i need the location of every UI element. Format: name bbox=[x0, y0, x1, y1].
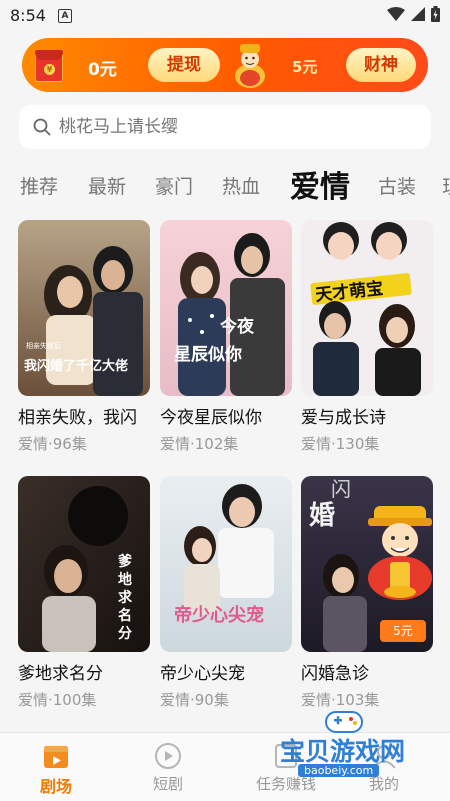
floating-caishen-icon[interactable] bbox=[360, 500, 440, 600]
drama-title: 相亲失败，我闪 bbox=[18, 408, 137, 428]
drama-poster: 帝少心尖宠 bbox=[160, 476, 292, 652]
drama-meta: 爱情·130集 bbox=[301, 435, 380, 453]
drama-meta: 爱情·103集 bbox=[301, 691, 380, 709]
play-icon bbox=[155, 743, 181, 769]
search-bar[interactable] bbox=[19, 105, 431, 149]
status-icons bbox=[387, 6, 440, 22]
drama-meta: 爱情·90集 bbox=[160, 691, 229, 709]
drama-poster: 今夜 星辰似你 bbox=[160, 220, 292, 396]
nav-short-drama[interactable]: 短剧 bbox=[128, 741, 208, 794]
drama-title: 今夜星辰似你 bbox=[160, 408, 262, 428]
svg-text:我闪婚了千亿大佬: 我闪婚了千亿大佬 bbox=[24, 358, 128, 374]
status-bar: 8:54 A bbox=[0, 0, 450, 32]
svg-text:爹: 爹 bbox=[117, 553, 133, 570]
site-watermark: 宝贝游戏网 baobeiy.com bbox=[268, 708, 418, 788]
svg-text:今夜: 今夜 bbox=[220, 316, 255, 337]
watermark-text: 宝贝游戏网 bbox=[280, 737, 406, 766]
tab-modern[interactable]: 现 bbox=[442, 172, 450, 199]
nav-theater[interactable]: 剧场 bbox=[16, 741, 96, 797]
svg-text:求: 求 bbox=[118, 589, 133, 606]
svg-text:婚: 婚 bbox=[309, 501, 335, 531]
wifi-icon bbox=[387, 7, 405, 21]
svg-text:相亲失败后: 相亲失败后 bbox=[26, 341, 61, 350]
status-time: 8:54 bbox=[10, 6, 46, 25]
category-tabs: 推荐 最新 豪门 热血 爱情 古装 现 bbox=[0, 160, 450, 210]
svg-text:名: 名 bbox=[118, 607, 132, 624]
nav-label: 短剧 bbox=[152, 775, 183, 793]
svg-text:帝少心尖宠: 帝少心尖宠 bbox=[174, 604, 264, 626]
caishen-button[interactable]: 财神 bbox=[346, 48, 416, 82]
theater-icon bbox=[44, 746, 68, 768]
red-envelope-icon: ¥ bbox=[35, 50, 63, 82]
battery-icon bbox=[431, 6, 440, 22]
coin-reward-amount: 5元 bbox=[292, 58, 318, 76]
drama-title: 闪婚急诊 bbox=[301, 664, 369, 684]
svg-text:分: 分 bbox=[118, 626, 132, 642]
tab-recommended[interactable]: 推荐 bbox=[20, 172, 58, 199]
drama-meta: 爱情·102集 bbox=[160, 435, 239, 453]
search-input[interactable] bbox=[59, 105, 409, 149]
withdraw-button[interactable]: 提现 bbox=[148, 48, 220, 82]
svg-text:地: 地 bbox=[118, 571, 132, 588]
watermark-url: baobeiy.com bbox=[298, 764, 380, 777]
caishen-mascot-icon bbox=[235, 44, 265, 88]
drama-meta: 爱情·100集 bbox=[18, 691, 97, 709]
floating-reward-tag[interactable]: 5元 bbox=[380, 620, 426, 642]
search-icon bbox=[33, 118, 51, 136]
tab-latest[interactable]: 最新 bbox=[88, 172, 126, 199]
svg-text:星辰似你: 星辰似你 bbox=[174, 344, 242, 365]
drama-meta: 爱情·96集 bbox=[18, 435, 87, 453]
tab-wealthy[interactable]: 豪门 bbox=[155, 172, 193, 199]
gamepad-icon bbox=[325, 711, 363, 733]
tab-romance[interactable]: 爱情 bbox=[290, 162, 350, 206]
svg-text:闪: 闪 bbox=[331, 477, 351, 501]
drama-title: 帝少心尖宠 bbox=[160, 664, 245, 684]
balance-amount: 0元 bbox=[88, 60, 117, 80]
tab-costume[interactable]: 古装 bbox=[378, 172, 416, 199]
drama-title: 爱与成长诗 bbox=[301, 408, 386, 428]
drama-poster: 天才萌宝 bbox=[301, 220, 433, 396]
signal-icon bbox=[411, 7, 425, 21]
drama-title: 爹地求名分 bbox=[18, 664, 103, 684]
notification-icon: A bbox=[58, 9, 72, 23]
nav-label: 剧场 bbox=[39, 777, 72, 796]
tab-action[interactable]: 热血 bbox=[222, 172, 260, 199]
drama-poster: 相亲失败后 我闪婚了千亿大佬 bbox=[18, 220, 150, 396]
drama-poster: 爹 地 求 名 分 bbox=[18, 476, 150, 652]
